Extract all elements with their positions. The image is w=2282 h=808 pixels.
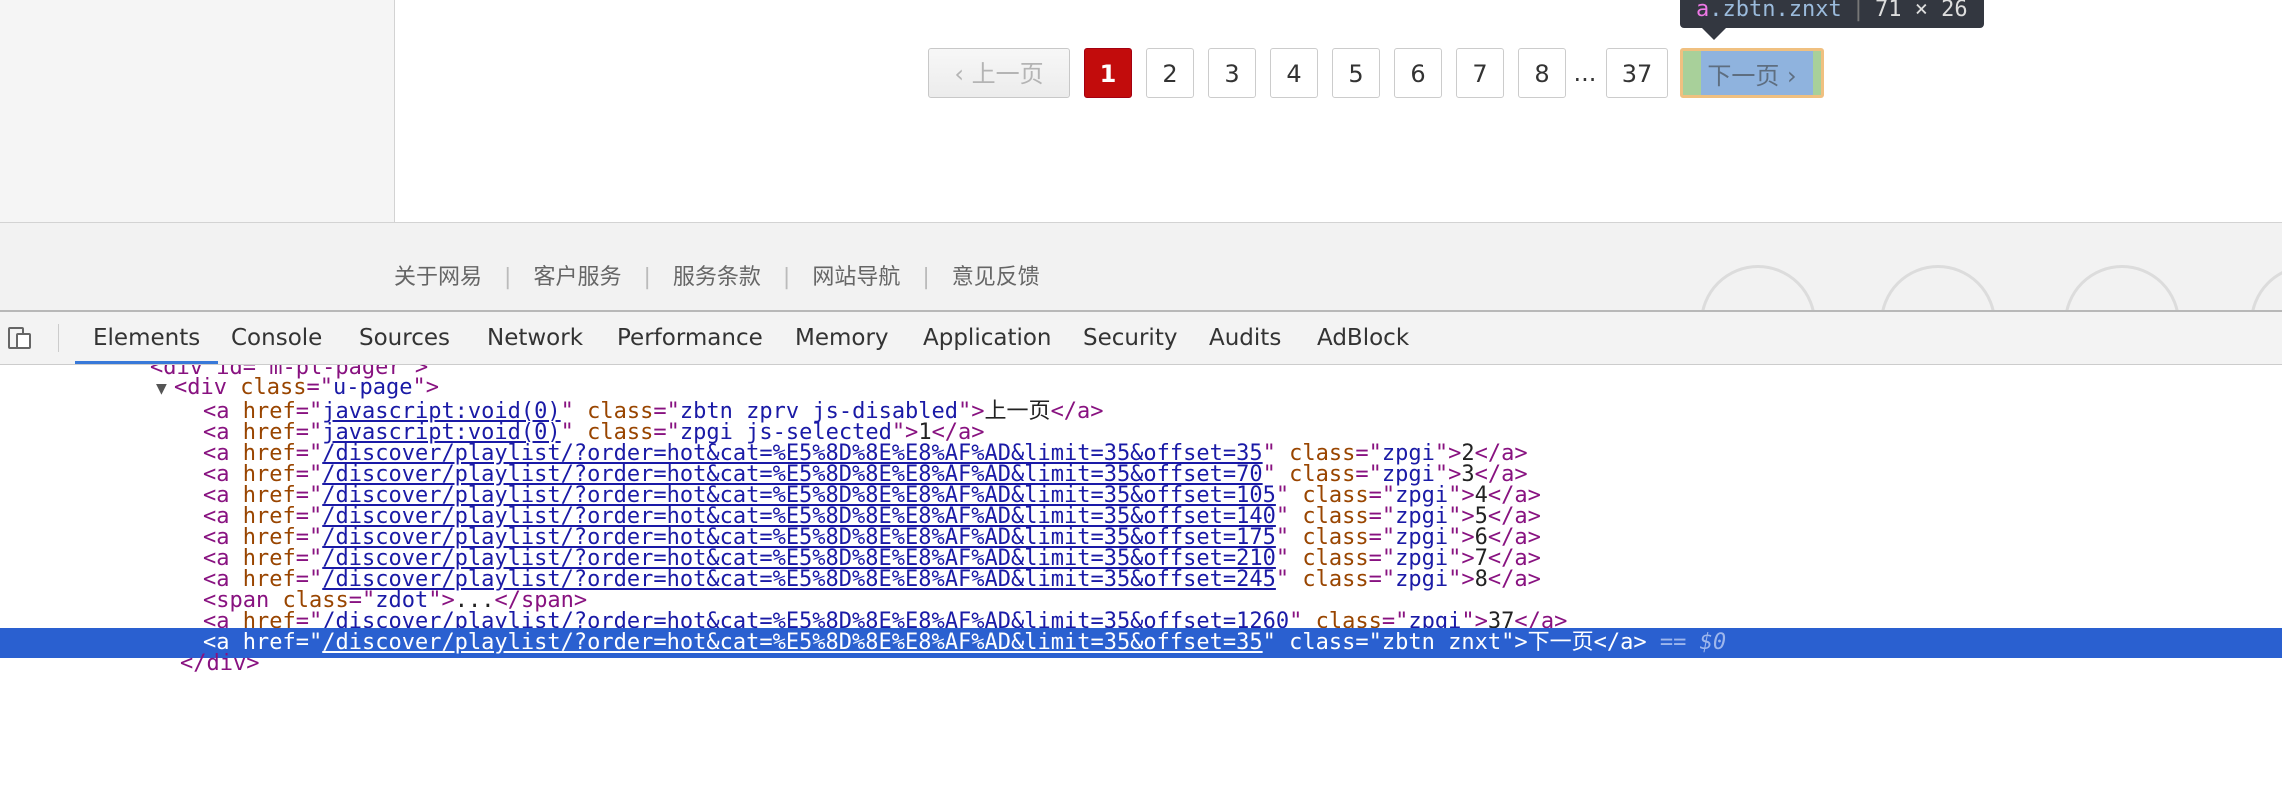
footer-link-about[interactable]: 关于网易 (394, 265, 482, 290)
tab-network[interactable]: Network (487, 312, 583, 364)
footer-badge-icon (2064, 265, 2180, 310)
page-footer: 关于网易 | 客户服务 | 服务条款 | 网站导航 | 意见反馈 (0, 222, 2282, 310)
elements-dom-tree: <div id="m-pl-pager"> ▼ <div class="u-pag… (0, 365, 2282, 808)
tab-memory[interactable]: Memory (795, 312, 889, 364)
tooltip-arrow (1702, 28, 1726, 40)
footer-links: 关于网易 | 客户服务 | 服务条款 | 网站导航 | 意见反馈 (394, 259, 1040, 291)
page-3-button[interactable]: 3 (1208, 48, 1256, 98)
footer-link-terms[interactable]: 服务条款 (673, 265, 761, 290)
highlight-padding-right (1813, 51, 1821, 95)
footer-badge-icon (2250, 265, 2282, 310)
prev-page-label: 上一页 (971, 60, 1044, 88)
tab-elements[interactable]: Elements (74, 312, 219, 364)
footer-link-sitemap[interactable]: 网站导航 (812, 265, 900, 290)
footer-badge-icon (1700, 265, 1816, 310)
dom-node-close-div[interactable]: </div> (0, 649, 2282, 679)
tooltip-classes: .zbtn.znxt (1709, 0, 1842, 22)
footer-separator: | (782, 265, 791, 290)
devtools-tabbar: Elements Console Sources Network Perform… (0, 312, 2282, 365)
tab-console[interactable]: Console (231, 312, 322, 364)
prev-page-button[interactable]: ‹ 上一页 (928, 48, 1070, 98)
devtools-panel: Elements Console Sources Network Perform… (0, 310, 2282, 808)
tooltip-size: 71 × 26 (1874, 0, 1968, 22)
tab-performance[interactable]: Performance (617, 312, 763, 364)
tooltip-divider: | (1851, 0, 1865, 22)
tabbar-divider (58, 324, 59, 352)
dom-close-tag: </div> (180, 651, 260, 676)
device-toggle-icon[interactable] (8, 326, 32, 350)
inspect-tooltip: a.zbtn.znxt | 71 × 26 (1680, 0, 1984, 28)
page-2-button[interactable]: 2 (1146, 48, 1194, 98)
footer-link-service[interactable]: 客户服务 (533, 265, 621, 290)
page-7-button[interactable]: 7 (1456, 48, 1504, 98)
pagination-ellipsis: ... (1573, 59, 1597, 87)
footer-link-feedback[interactable]: 意见反馈 (952, 265, 1040, 290)
chevron-left-icon: ‹ (954, 60, 972, 88)
tab-sources[interactable]: Sources (359, 312, 450, 364)
page-6-button[interactable]: 6 (1394, 48, 1442, 98)
footer-separator: | (922, 265, 930, 290)
highlight-padding-left (1683, 51, 1701, 95)
page-1-button[interactable]: 1 (1084, 48, 1132, 98)
next-page-label: 下一页 (1707, 62, 1780, 90)
page-5-button[interactable]: 5 (1332, 48, 1380, 98)
footer-separator: | (504, 265, 512, 290)
page-8-button[interactable]: 8 (1518, 48, 1566, 98)
next-page-button[interactable]: 下一页 › (1680, 48, 1824, 98)
footer-badge-icon (1880, 265, 1996, 310)
tab-adblock[interactable]: AdBlock (1317, 312, 1409, 364)
page-viewport: ‹ 上一页 1 2 3 4 5 6 7 8 ... 37 下一页 › a.zbt… (0, 0, 2282, 310)
tab-security[interactable]: Security (1083, 312, 1177, 364)
footer-separator: | (643, 265, 651, 290)
left-sidebar-panel (0, 0, 395, 222)
tab-audits[interactable]: Audits (1209, 312, 1281, 364)
tab-application[interactable]: Application (923, 312, 1052, 364)
page-4-button[interactable]: 4 (1270, 48, 1318, 98)
tooltip-tag: a (1696, 0, 1710, 22)
page-37-button[interactable]: 37 (1606, 48, 1668, 98)
chevron-right-icon: › (1779, 62, 1797, 90)
